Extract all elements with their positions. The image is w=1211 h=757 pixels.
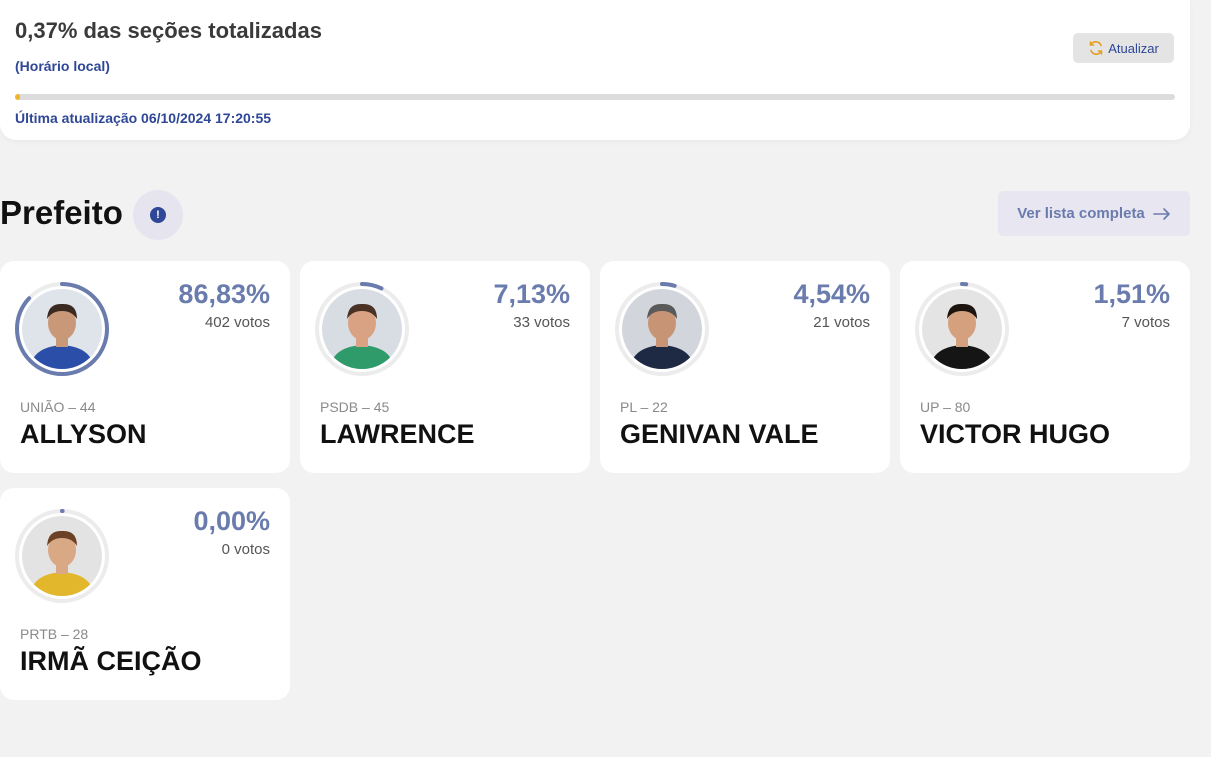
candidate-card[interactable]: 0,00% 0 votos PRTB – 28 IRMÃ CEIÇÃO bbox=[0, 488, 290, 700]
candidate-name: GENIVAN VALE bbox=[620, 419, 819, 449]
refresh-label: Atualizar bbox=[1108, 40, 1159, 56]
candidate-card[interactable]: 4,54% 21 votos PL – 22 GENIVAN VALE bbox=[600, 261, 890, 473]
refresh-button[interactable]: Atualizar bbox=[1073, 33, 1174, 63]
vote-percentage: 0,00% bbox=[193, 506, 270, 536]
candidate-avatar bbox=[22, 516, 102, 596]
candidate-name: ALLYSON bbox=[20, 419, 147, 449]
candidate-avatar bbox=[22, 289, 102, 369]
vote-count: 7 votos bbox=[1121, 314, 1170, 331]
see-full-list-button[interactable]: Ver lista completa bbox=[998, 191, 1190, 236]
section-title: Prefeito bbox=[0, 194, 123, 231]
vote-percentage: 86,83% bbox=[178, 279, 270, 309]
totalization-status-card: 0,37% das seções totalizadas (Horário lo… bbox=[0, 0, 1190, 140]
candidate-card[interactable]: 86,83% 402 votos UNIÃO – 44 ALLYSON bbox=[0, 261, 290, 473]
vote-percentage: 7,13% bbox=[493, 279, 570, 309]
candidate-name: IRMÃ CEIÇÃO bbox=[20, 646, 202, 676]
candidate-avatar bbox=[922, 289, 1002, 369]
info-button[interactable]: ! bbox=[133, 190, 183, 240]
totalization-progress-bar bbox=[15, 94, 1175, 100]
party-number: PRTB – 28 bbox=[20, 626, 89, 642]
candidate-photo-ring bbox=[14, 281, 110, 377]
vote-count: 21 votos bbox=[813, 314, 870, 331]
candidate-name: LAWRENCE bbox=[320, 419, 475, 449]
candidate-photo-ring bbox=[614, 281, 710, 377]
candidate-photo-ring bbox=[314, 281, 410, 377]
totalization-title: 0,37% das seções totalizadas bbox=[15, 18, 322, 43]
local-time-note: (Horário local) bbox=[15, 58, 110, 74]
vote-count: 33 votos bbox=[513, 314, 570, 331]
last-update-timestamp: Última atualização 06/10/2024 17:20:55 bbox=[15, 110, 272, 126]
party-number: PL – 22 bbox=[620, 399, 668, 415]
progress-fill bbox=[15, 94, 20, 100]
vote-percentage: 1,51% bbox=[1093, 279, 1170, 309]
candidate-photo-ring bbox=[14, 508, 110, 604]
candidate-photo-ring bbox=[914, 281, 1010, 377]
party-number: PSDB – 45 bbox=[320, 399, 390, 415]
candidate-avatar bbox=[322, 289, 402, 369]
candidate-card[interactable]: 7,13% 33 votos PSDB – 45 LAWRENCE bbox=[300, 261, 590, 473]
vote-count: 402 votos bbox=[204, 314, 270, 331]
info-icon: ! bbox=[150, 207, 166, 223]
candidate-avatar bbox=[622, 289, 702, 369]
vote-percentage: 4,54% bbox=[793, 279, 870, 309]
see-full-list-label: Ver lista completa bbox=[1017, 205, 1145, 222]
candidate-name: VICTOR HUGO bbox=[920, 419, 1111, 449]
candidate-card[interactable]: 1,51% 7 votos UP – 80 VICTOR HUGO bbox=[900, 261, 1190, 473]
party-number: UNIÃO – 44 bbox=[20, 399, 96, 415]
refresh-icon bbox=[1089, 41, 1103, 55]
party-number: UP – 80 bbox=[920, 399, 971, 415]
vote-count: 0 votos bbox=[221, 541, 270, 558]
arrow-right-icon bbox=[1152, 207, 1170, 220]
